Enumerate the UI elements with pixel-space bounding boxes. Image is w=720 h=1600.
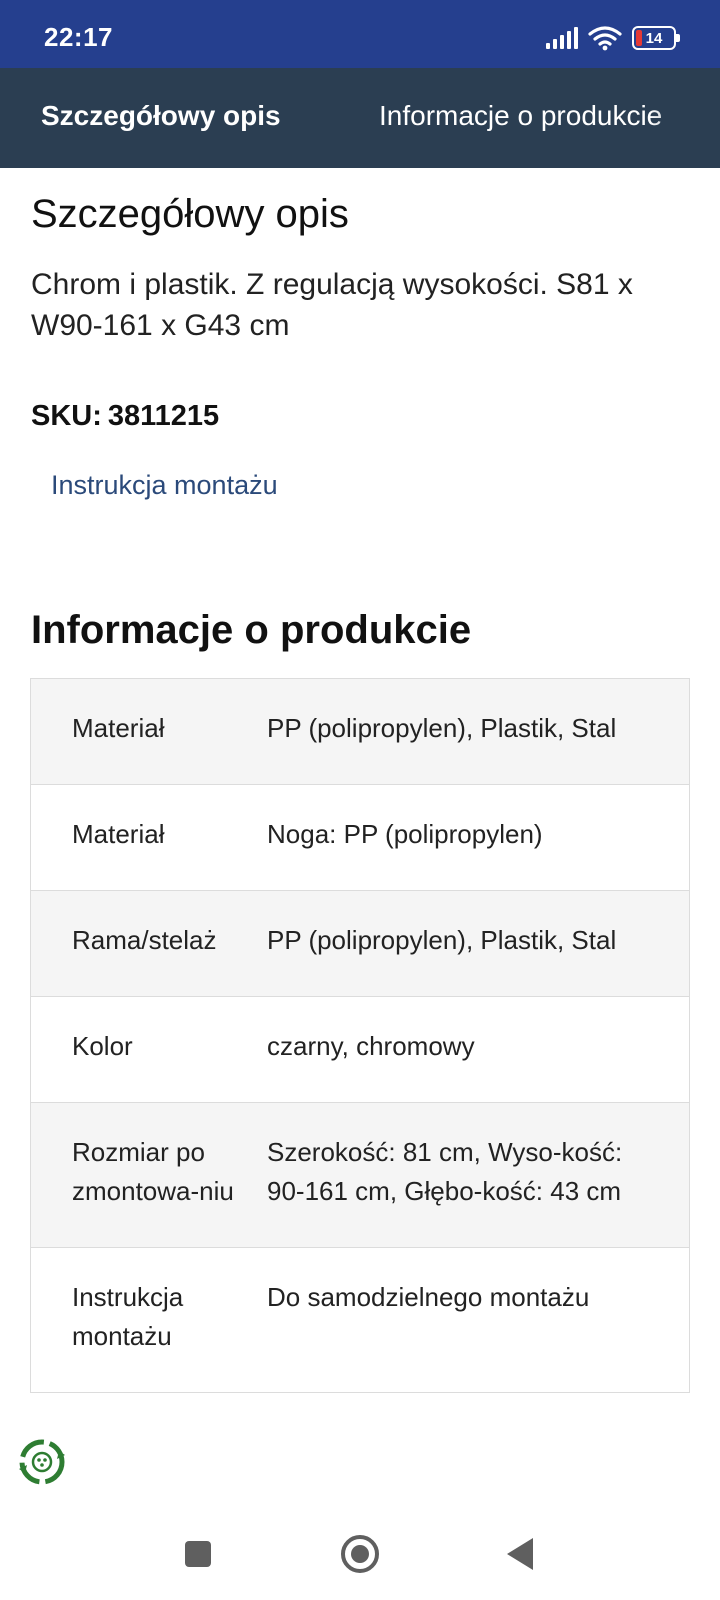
row-label: Rama/stelaż <box>72 925 217 955</box>
table-row: Rozmiar po zmontowa-niu Szerokość: 81 cm… <box>31 1103 689 1248</box>
details-title: Szczegółowy opis <box>31 192 349 236</box>
row-label: Instrukcja montażu <box>72 1282 184 1351</box>
product-description: Chrom i plastik. Z regulacją wysokości. … <box>31 268 633 342</box>
assembly-instructions-link[interactable]: Instrukcja montażu <box>51 470 278 501</box>
row-value: Do samodzielnego montażu <box>267 1282 590 1312</box>
status-time: 22:17 <box>44 22 113 52</box>
home-icon <box>341 1535 379 1573</box>
row-value: Noga: PP (polipropylen) <box>267 819 543 849</box>
back-button[interactable] <box>498 1532 542 1576</box>
recent-apps-icon <box>185 1541 211 1567</box>
status-icons: 14 <box>546 24 680 52</box>
signal-icon <box>546 27 578 49</box>
row-label: Materiał <box>72 819 165 849</box>
table-row: Instrukcja montażu Do samodzielnego mont… <box>31 1248 689 1393</box>
row-value: czarny, chromowy <box>267 1031 475 1061</box>
navigation-bar <box>0 1504 720 1600</box>
product-info-table: Materiał PP (polipropylen), Plastik, Sta… <box>30 678 690 1393</box>
product-info-title: Informacje o produkcie <box>31 608 472 652</box>
recycle-icon <box>19 1439 65 1485</box>
row-label: Kolor <box>72 1031 133 1061</box>
battery-icon: 14 <box>632 26 680 50</box>
row-label: Materiał <box>72 713 165 743</box>
wifi-icon <box>588 26 622 51</box>
row-value: Szerokość: 81 cm, Wyso-kość: 90-161 cm, … <box>267 1137 623 1206</box>
table-row: Kolor czarny, chromowy <box>31 997 689 1103</box>
status-bar: 22:17 14 <box>0 0 720 68</box>
tab-fade <box>650 68 720 168</box>
home-button[interactable] <box>338 1532 382 1576</box>
row-value: PP (polipropylen), Plastik, Stal <box>267 713 617 743</box>
table-row: Materiał PP (polipropylen), Plastik, Sta… <box>31 679 689 785</box>
tab-detailed-description[interactable]: Szczegółowy opis <box>41 100 281 132</box>
table-row: Materiał Noga: PP (polipropylen) <box>31 785 689 891</box>
row-value: PP (polipropylen), Plastik, Stal <box>267 925 617 955</box>
row-label: Rozmiar po zmontowa-niu <box>72 1137 234 1206</box>
sku: SKU: 3811215 <box>31 400 219 433</box>
sku-value: 3811215 <box>107 400 220 432</box>
back-icon <box>507 1538 533 1570</box>
tab-product-info[interactable]: Informacje o produkcie <box>379 100 662 132</box>
floating-widget-button[interactable] <box>0 1420 84 1504</box>
tab-bar: Szczegółowy opis Informacje o produkcie <box>0 68 720 168</box>
table-row: Rama/stelaż PP (polipropylen), Plastik, … <box>31 891 689 997</box>
battery-level: 14 <box>645 29 663 47</box>
sku-label: SKU: <box>31 400 102 432</box>
recent-apps-button[interactable] <box>176 1532 220 1576</box>
